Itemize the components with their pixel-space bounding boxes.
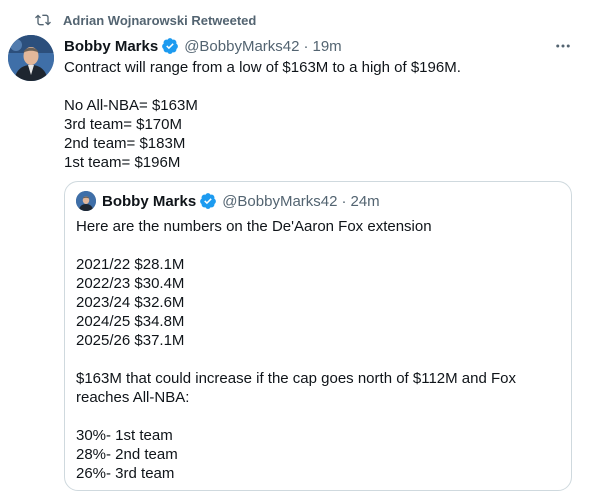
tweet-timestamp[interactable]: 19m <box>312 38 341 55</box>
tweet-line: 2nd team= $183M <box>64 135 186 152</box>
tweet-line: 1st team= $196M <box>64 154 181 171</box>
quoted-line: 2025/26 $37.1M <box>76 332 185 349</box>
quoted-line: 30%- 1st team <box>76 427 173 444</box>
quoted-line: 26%- 3rd team <box>76 465 175 482</box>
retweet-icon <box>33 10 53 30</box>
quoted-line: 2024/25 $34.8M <box>76 313 185 330</box>
quoted-line: 2023/24 $32.6M <box>76 294 185 311</box>
quoted-line-blank <box>76 350 561 369</box>
quoted-line-blank <box>76 236 561 255</box>
header-separator: · <box>303 37 309 55</box>
verified-badge-icon <box>199 192 217 210</box>
author-handle[interactable]: @BobbyMarks42 <box>184 38 299 55</box>
quoted-author-handle: @BobbyMarks42 <box>222 192 338 210</box>
quoted-tweet-header: Bobby Marks @BobbyMarks42 · 24m <box>102 191 380 211</box>
tweet-line: 3rd team= $170M <box>64 116 182 133</box>
quoted-line: 2021/22 $28.1M <box>76 256 185 273</box>
avatar[interactable] <box>8 35 54 81</box>
quoted-line: $163M that could increase if the cap goe… <box>76 370 516 406</box>
quoted-header-separator: · <box>341 192 347 210</box>
quoted-line: 28%- 2nd team <box>76 446 178 463</box>
verified-badge-icon <box>161 37 179 55</box>
quoted-line: Here are the numbers on the De'Aaron Fox… <box>76 218 432 235</box>
quoted-line-blank <box>76 407 561 426</box>
quoted-tweet-text: Here are the numbers on the De'Aaron Fox… <box>76 217 561 483</box>
author-name[interactable]: Bobby Marks <box>64 38 158 55</box>
tweet-line: Contract will range from a low of $163M … <box>64 59 461 76</box>
retweet-context[interactable]: Adrian Wojnarowski Retweeted <box>33 10 256 30</box>
quoted-tweet-timestamp: 24m <box>350 192 380 210</box>
tweet-text: Contract will range from a low of $163M … <box>64 58 564 172</box>
quoted-author-name: Bobby Marks <box>102 192 197 210</box>
quoted-line: 2022/23 $30.4M <box>76 275 185 292</box>
more-options-icon[interactable] <box>553 36 573 56</box>
tweet-line: No All-NBA= $163M <box>64 97 198 114</box>
tweet-header: Bobby Marks @BobbyMarks42 · 19m <box>64 36 342 56</box>
quoted-avatar <box>76 191 96 211</box>
retweet-label: Adrian Wojnarowski Retweeted <box>63 12 257 28</box>
